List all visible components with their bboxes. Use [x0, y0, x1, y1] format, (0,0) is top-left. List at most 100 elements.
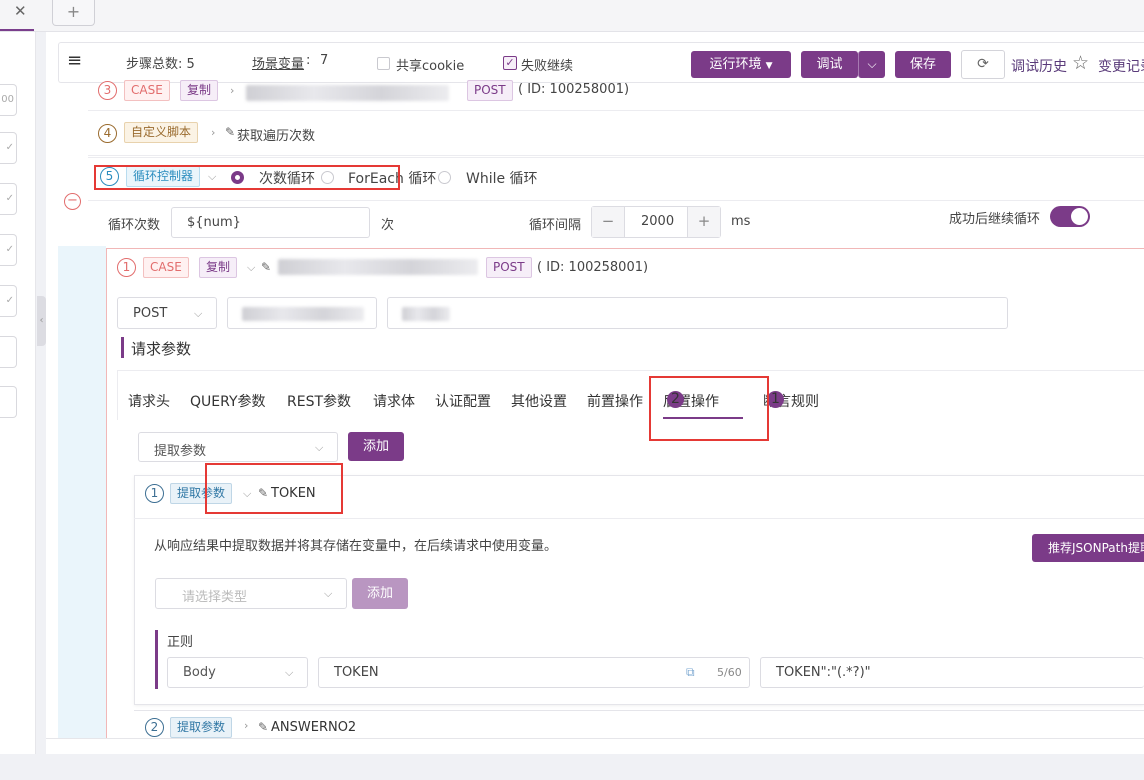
- copy-icon[interactable]: ⧉: [686, 665, 695, 680]
- step-name: 获取遍历次数: [237, 129, 316, 144]
- refresh-icon[interactable]: ⟳: [961, 50, 1005, 79]
- increment-button[interactable]: +: [687, 207, 720, 237]
- fail-continue-checkbox[interactable]: ✓: [503, 56, 517, 70]
- assert-count: 1: [767, 391, 784, 408]
- method-badge: POST: [486, 257, 532, 278]
- loop-count-unit: 次: [381, 218, 395, 233]
- redacted-text: [278, 259, 478, 275]
- chevron-down-icon[interactable]: ⌵: [247, 261, 255, 275]
- source-select[interactable]: Body ⌵: [167, 657, 308, 688]
- debug-dropdown-chevron-icon[interactable]: ⌵: [858, 51, 885, 78]
- save-button[interactable]: 保存: [895, 51, 951, 78]
- loop-count-input[interactable]: ${num}: [171, 207, 370, 238]
- scene-vars-count: 7: [320, 53, 329, 68]
- active-tab-indicator: [0, 29, 34, 31]
- variable-name-input[interactable]: TOKEN ⧉ 5/60: [318, 657, 750, 688]
- edit-icon[interactable]: ✎: [261, 260, 271, 274]
- left-field[interactable]: 00: [0, 84, 17, 116]
- collapse-panel-handle[interactable]: ‹: [37, 296, 46, 346]
- loop-interval-value[interactable]: 2000: [641, 214, 674, 229]
- highlight-box: [94, 165, 400, 190]
- copy-badge[interactable]: 复制: [199, 257, 238, 278]
- continue-loop-toggle[interactable]: [1050, 206, 1090, 227]
- highlight-box: [205, 463, 343, 514]
- page-background: [0, 754, 1144, 780]
- loop-children-gutter: [58, 246, 106, 738]
- tab-auth[interactable]: 认证配置: [435, 391, 491, 411]
- decrement-button[interactable]: −: [592, 207, 625, 237]
- debug-history-link[interactable]: 调试历史: [1011, 56, 1067, 76]
- extractor-name: ANSWERNO2: [271, 720, 357, 735]
- chevron-right-icon[interactable]: ›: [211, 126, 215, 139]
- divider: [134, 518, 1144, 519]
- jsonpath-recommend-button[interactable]: 推荐JSONPath提取: [1032, 534, 1144, 562]
- fail-continue-label: 失败继续: [521, 59, 574, 74]
- extractor-index: 2: [145, 718, 164, 737]
- tab-rest[interactable]: REST参数: [287, 391, 351, 411]
- add-tab-button[interactable]: +: [52, 0, 95, 26]
- left-textarea[interactable]: [0, 386, 17, 418]
- step-index: 1: [117, 258, 136, 277]
- collapse-loop-icon[interactable]: −: [64, 193, 81, 210]
- tab-body[interactable]: 请求体: [373, 391, 415, 411]
- add-extract-button[interactable]: 添加: [348, 432, 404, 461]
- left-field[interactable]: ✓: [0, 285, 17, 317]
- highlight-box: [649, 376, 769, 441]
- rule-title: 正则: [167, 635, 194, 650]
- step-index: 3: [98, 81, 117, 100]
- loop-interval-unit: ms: [731, 214, 751, 229]
- tab-query[interactable]: QUERY参数: [190, 391, 266, 411]
- steps-total: 步骤总数: 5: [126, 57, 195, 72]
- continue-loop-label: 成功后继续循环: [949, 212, 1041, 227]
- tab-headers[interactable]: 请求头: [128, 391, 170, 411]
- loop-mode-while-label: While 循环: [466, 171, 538, 187]
- left-field[interactable]: ✓: [0, 183, 17, 215]
- scene-vars-label[interactable]: 场景变量: [252, 53, 304, 72]
- extractor-description: 从响应结果中提取数据并将其存储在变量中，在后续请求中使用变量。: [154, 539, 558, 554]
- debug-button[interactable]: 调试: [801, 51, 858, 78]
- char-counter: 5/60: [717, 666, 742, 679]
- share-cookie-label: 共享cookie: [396, 59, 465, 74]
- add-rule-button[interactable]: 添加: [352, 578, 408, 609]
- edit-icon[interactable]: ✎: [225, 125, 235, 139]
- star-icon[interactable]: ☆: [1072, 52, 1089, 74]
- change-record-link[interactable]: 变更记录: [1098, 56, 1144, 76]
- edit-icon[interactable]: ✎: [258, 720, 268, 734]
- chevron-right-icon[interactable]: ›: [230, 84, 234, 97]
- method-select[interactable]: POST ⌵: [117, 297, 217, 329]
- menu-icon[interactable]: ≡: [67, 50, 82, 71]
- script-badge: 自定义脚本: [124, 122, 199, 143]
- loop-mode-while-radio[interactable]: [438, 170, 451, 185]
- left-field[interactable]: [0, 336, 17, 368]
- share-cookie-checkbox[interactable]: [377, 57, 390, 70]
- host-input[interactable]: [227, 297, 377, 329]
- request-tabs: 请求头 QUERY参数 REST参数 请求体 认证配置 其他设置 前置操作 后置…: [128, 391, 819, 411]
- extractor-type-badge: 提取参数: [170, 717, 233, 738]
- copy-badge[interactable]: 复制: [180, 80, 219, 101]
- loop-interval-label: 循环间隔: [529, 218, 582, 233]
- rule-marker: [155, 630, 158, 689]
- tab-other[interactable]: 其他设置: [511, 391, 567, 411]
- loop-count-label: 循环次数: [108, 218, 161, 233]
- section-marker: [121, 337, 124, 358]
- divider: [88, 200, 1144, 201]
- case-badge: CASE: [143, 257, 189, 278]
- tab-pre-ops[interactable]: 前置操作: [587, 391, 643, 411]
- run-env-button[interactable]: 运行环境 ▼: [691, 51, 791, 78]
- close-tab-icon[interactable]: ✕: [14, 2, 27, 20]
- case-badge: CASE: [124, 80, 170, 101]
- extract-type-select[interactable]: 提取参数 ⌵: [138, 432, 338, 462]
- method-badge: POST: [467, 80, 513, 101]
- case-id: ( ID: 100258001): [518, 82, 630, 97]
- rule-type-select[interactable]: 请选择类型 ⌵: [155, 578, 347, 609]
- chevron-right-icon[interactable]: ›: [244, 719, 248, 732]
- expression-input[interactable]: TOKEN":"(.*?)": [760, 657, 1144, 688]
- tab-strip: [0, 0, 1144, 32]
- extractor-index: 1: [145, 484, 164, 503]
- panel-bottom: [46, 738, 1144, 754]
- redacted-text: [246, 85, 449, 101]
- path-input[interactable]: [387, 297, 1008, 329]
- left-field[interactable]: ✓: [0, 234, 17, 266]
- section-title: 请求参数: [131, 340, 192, 358]
- left-field[interactable]: ✓: [0, 132, 17, 164]
